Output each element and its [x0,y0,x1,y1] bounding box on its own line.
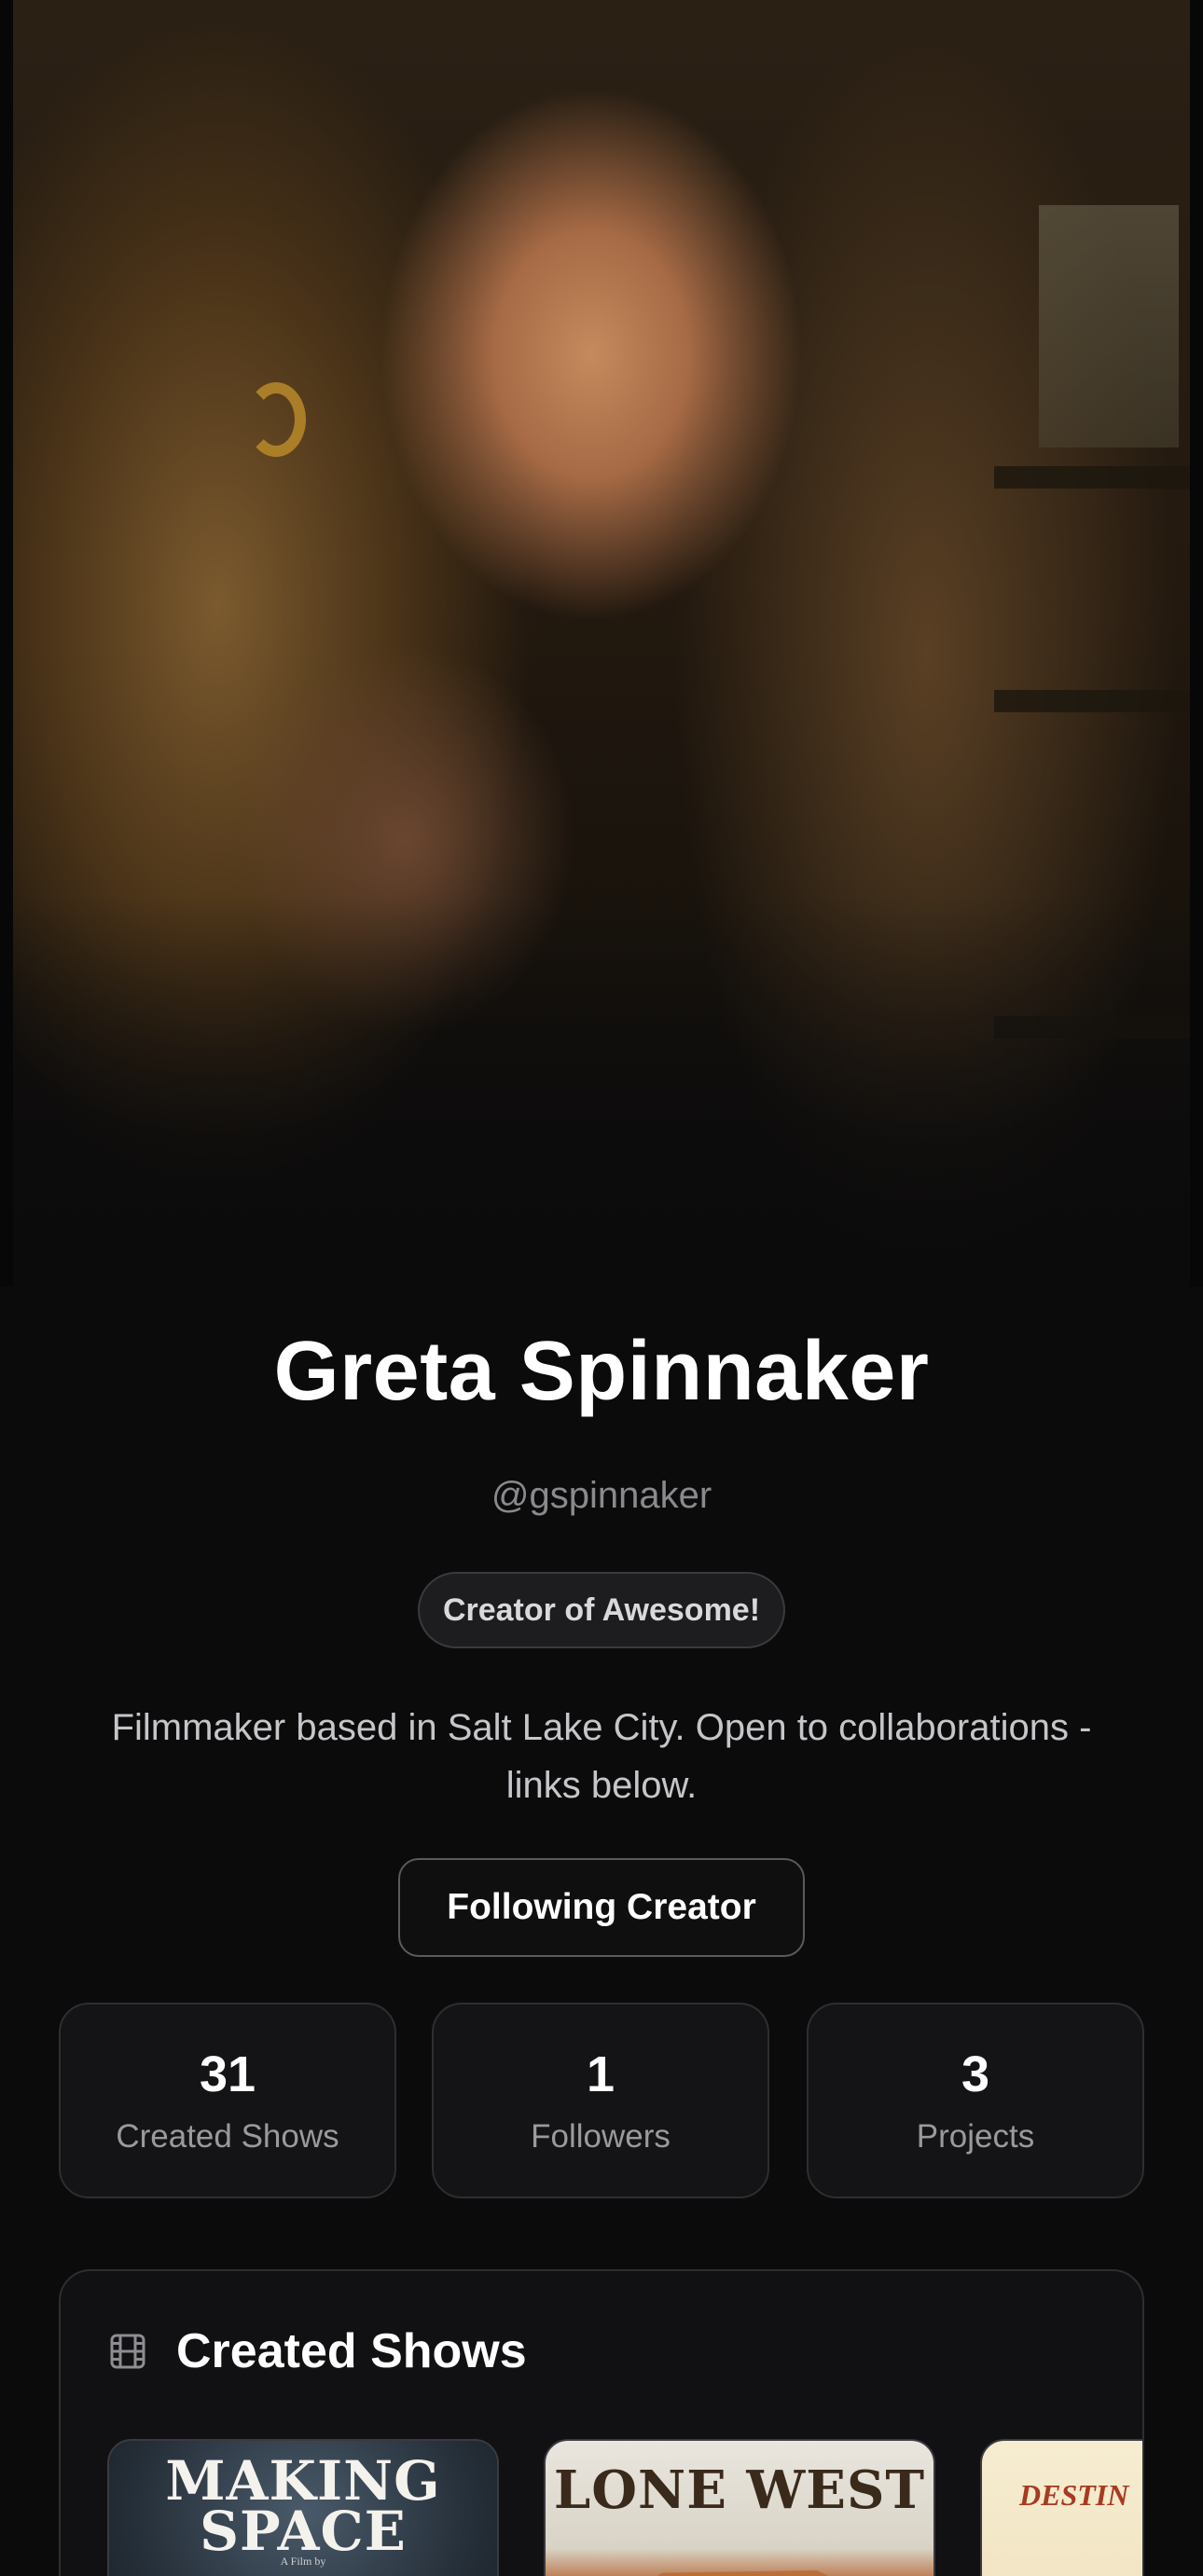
background-window [1039,205,1179,448]
created-shows-title: Created Shows [176,2324,527,2378]
stat-label: Followers [531,2118,671,2155]
show-poster-destin[interactable]: DESTIN [980,2439,1142,2576]
right-edge [1190,0,1203,1287]
poster-title: DESTIN [1019,2478,1129,2512]
stat-created-shows[interactable]: 31 Created Shows [59,2003,396,2198]
stat-value: 3 [961,2046,990,2102]
left-edge [0,0,13,1287]
created-shows-header: Created Shows [109,2323,527,2379]
stat-projects[interactable]: 3 Projects [807,2003,1144,2198]
follow-button[interactable]: Following Creator [398,1858,805,1957]
cover-fade-overlay [13,895,1190,1287]
profile-name: Greta Spinnaker [273,1325,930,1418]
profile-bio: Filmmaker based in Salt Lake City. Open … [111,1707,1092,1806]
stat-label: Created Shows [116,2118,339,2155]
poster-title: MAKING SPACE [165,2449,441,2563]
stat-label: Projects [916,2118,1035,2155]
created-shows-section: Created Shows MAKING SPACE A Film by LON… [59,2269,1144,2576]
background-shelf [994,690,1190,712]
poster-subtitle: A Film by [280,2555,326,2568]
stat-value: 31 [199,2046,256,2102]
stat-value: 1 [586,2046,615,2102]
stat-followers[interactable]: 1 Followers [432,2003,769,2198]
earring-detail [246,382,306,457]
background-shelf [994,466,1190,489]
mesa-illustration [546,2570,933,2576]
profile-cover-photo [13,0,1190,1287]
film-icon [110,2334,145,2369]
show-poster-lone-west[interactable]: LONE WEST [544,2439,935,2576]
profile-handle: @gspinnaker [491,1475,712,1516]
creator-badge: Creator of Awesome! [418,1572,785,1648]
show-poster-making-space[interactable]: MAKING SPACE A Film by [107,2439,499,2576]
poster-title: LONE WEST [553,2459,926,2521]
